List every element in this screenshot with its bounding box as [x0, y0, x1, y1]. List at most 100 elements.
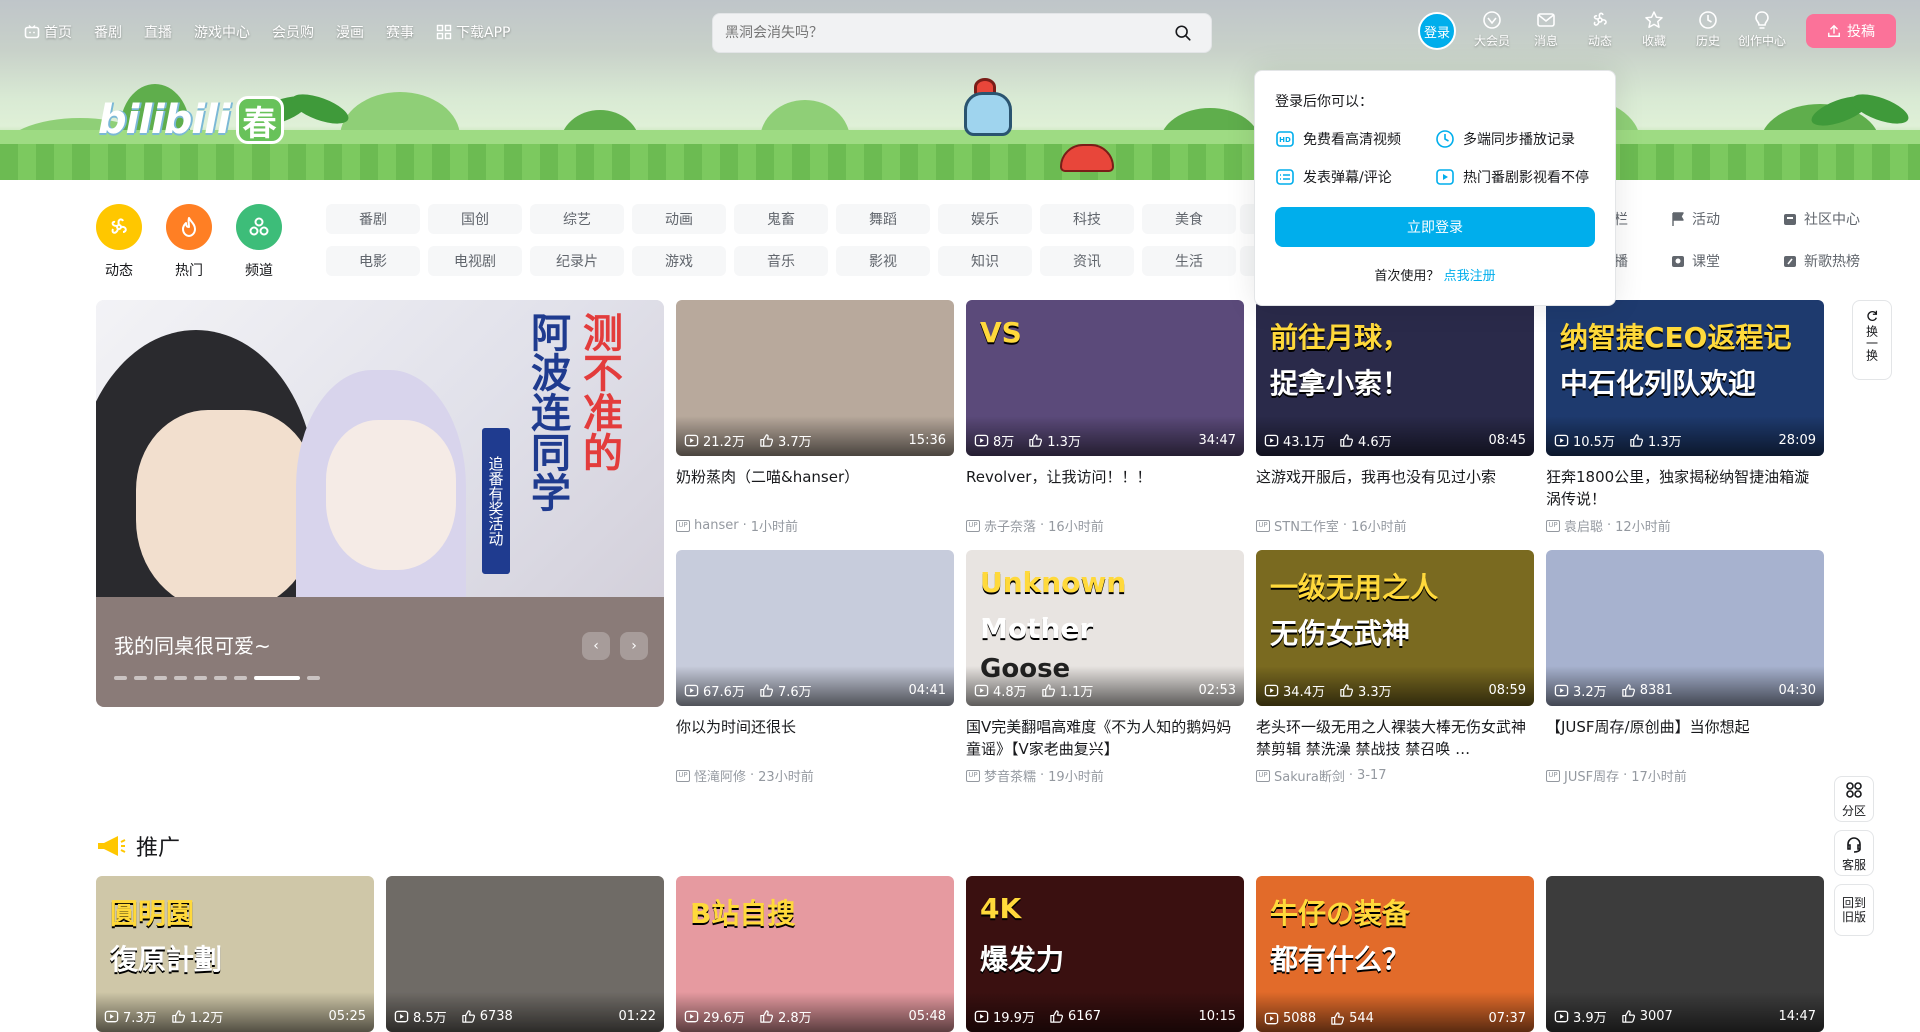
channel-tag[interactable]: 影视: [836, 246, 930, 276]
channel-tag[interactable]: 游戏: [632, 246, 726, 276]
video-title[interactable]: 你以为时间还很长: [676, 716, 954, 760]
video-thumbnail[interactable]: UnknownMotherGoose4.8万1.1万02:53: [966, 550, 1244, 706]
upload-button[interactable]: 投稿: [1806, 14, 1896, 48]
carousel-dot[interactable]: [194, 676, 207, 680]
nav-link-game-center[interactable]: 游戏中心: [194, 22, 250, 42]
channel-tag[interactable]: 生活: [1142, 246, 1236, 276]
quick-entry-channels[interactable]: 频道: [236, 204, 282, 280]
category-button[interactable]: 分区: [1834, 776, 1874, 822]
nav-history[interactable]: 历史: [1684, 10, 1732, 49]
bilibili-logo[interactable]: bilibili 春: [98, 96, 284, 144]
carousel-dot[interactable]: [114, 676, 127, 680]
video-thumbnail[interactable]: B站自搜 29.6万 2.8万 05:48: [676, 876, 954, 1032]
video-thumbnail[interactable]: 前往月球， 捉拿小索！ 43.1万 4.6万 08:45: [1256, 300, 1534, 456]
video-thumbnail[interactable]: 4K 爆发力 19.9万 6167 10:15: [966, 876, 1244, 1032]
quick-entry-dynamics[interactable]: 动态: [96, 204, 142, 280]
nav-messages[interactable]: 消息: [1522, 10, 1570, 49]
video-title[interactable]: 狂奔1800公里，独家揭秘纳智捷油箱漩涡传说！: [1546, 466, 1824, 510]
nav-link-home[interactable]: 首页: [24, 22, 72, 42]
video-thumbnail[interactable]: 纳智捷CEO返程记 中石化列队欢迎 10.5万 1.3万 28:09: [1546, 300, 1824, 456]
video-meta[interactable]: UP 袁启聪 · 12小时前: [1546, 516, 1824, 535]
video-thumbnail[interactable]: 21.2万 3.7万 15:36: [676, 300, 954, 456]
nav-creator-center[interactable]: 创作中心: [1738, 10, 1786, 49]
video-card[interactable]: 3.2万 8381 04:30 【JUSF周存/原创曲】当你想起 UP JUSF周存 · 17…: [1546, 550, 1824, 785]
promo-video-card[interactable]: 4K 爆发力 19.9万 6167 10:15: [966, 876, 1244, 1032]
carousel-dot[interactable]: [214, 676, 227, 680]
quick-entry-hot[interactable]: 热门: [166, 204, 212, 280]
nav-link-esports[interactable]: 赛事: [386, 22, 414, 42]
video-meta[interactable]: UP 赤子奈落 · 16小时前: [966, 516, 1244, 535]
carousel-title[interactable]: 我的同桌很可爱~: [114, 630, 271, 659]
carousel-dot[interactable]: [134, 676, 147, 680]
channel-tag[interactable]: 娱乐: [938, 204, 1032, 234]
video-thumbnail[interactable]: 3.2万 8381 04:30: [1546, 550, 1824, 706]
carousel-next-button[interactable]: ›: [620, 632, 648, 660]
video-title[interactable]: 国V完美翻唱高难度《不为人知的鹅妈妈童谣》【V家老曲复兴】: [966, 716, 1244, 760]
video-thumbnail[interactable]: VS 8万 1.3万 34:47: [966, 300, 1244, 456]
old-version-button[interactable]: 回到旧版: [1834, 884, 1874, 936]
channel-tag[interactable]: 综艺: [530, 204, 624, 234]
video-card[interactable]: 21.2万 3.7万 15:36 奶粉蒸肉（二喵&hanser） UP hanser · 1小…: [676, 300, 954, 535]
channel-tag[interactable]: 舞蹈: [836, 204, 930, 234]
nav-favorites[interactable]: 收藏: [1630, 10, 1678, 49]
carousel-dot[interactable]: [254, 676, 300, 680]
search-button[interactable]: [1167, 17, 1199, 49]
nav-dynamics[interactable]: 动态: [1576, 10, 1624, 49]
video-title[interactable]: 老头环一级无用之人裸装大棒无伤女武神 禁剪辑 禁洗澡 禁战技 禁召唤 …: [1256, 716, 1534, 760]
promo-video-card[interactable]: 3.9万 3007 14:47: [1546, 876, 1824, 1032]
link-music-chart[interactable]: 新歌热榜: [1782, 246, 1892, 276]
promo-video-card[interactable]: 牛仔の装备 都有什么？ 5088 544 07:37: [1256, 876, 1534, 1032]
video-thumbnail[interactable]: 牛仔の装备 都有什么？ 5088 544 07:37: [1256, 876, 1534, 1032]
nav-link-mall[interactable]: 会员购: [272, 22, 314, 42]
video-thumbnail[interactable]: 圓明園 復原計劃 7.3万 1.2万 05:25: [96, 876, 374, 1032]
video-title[interactable]: 奶粉蒸肉（二喵&hanser）: [676, 466, 954, 510]
search-input[interactable]: [725, 25, 1167, 41]
register-link[interactable]: 点我注册: [1444, 269, 1496, 284]
video-card[interactable]: VS 8万 1.3万 34:47 Revolver，让我访问！！！ UP 赤子奈落 · 16小时…: [966, 300, 1244, 535]
video-meta[interactable]: UP JUSF周存 · 17小时前: [1546, 766, 1824, 785]
nav-link-bangumi[interactable]: 番剧: [94, 22, 122, 42]
customer-service-button[interactable]: 客服: [1834, 830, 1874, 876]
video-meta[interactable]: UP 怪滝阿修 · 23小时前: [676, 766, 954, 785]
video-meta[interactable]: UP Sakura断剑 · 3-17: [1256, 766, 1534, 785]
login-avatar-button[interactable]: 登录: [1418, 12, 1456, 50]
video-card[interactable]: 一级无用之人 无伤女武神 34.4万 3.3万 08:59 老头环一级无用之人裸装大棒无伤…: [1256, 550, 1534, 785]
channel-tag[interactable]: 鬼畜: [734, 204, 828, 234]
carousel-dot[interactable]: [234, 676, 247, 680]
carousel-prev-button[interactable]: ‹: [582, 632, 610, 660]
promo-video-card[interactable]: B站自搜 29.6万 2.8万 05:48: [676, 876, 954, 1032]
video-card[interactable]: 前往月球， 捉拿小索！ 43.1万 4.6万 08:45 这游戏开服后，我再也没有见过小索…: [1256, 300, 1534, 535]
video-thumbnail[interactable]: 67.6万 7.6万 04:41: [676, 550, 954, 706]
channel-tag[interactable]: 国创: [428, 204, 522, 234]
carousel-dot[interactable]: [174, 676, 187, 680]
promo-video-card[interactable]: 8.5万 6738 01:22: [386, 876, 664, 1032]
video-card[interactable]: 67.6万 7.6万 04:41 你以为时间还很长 UP 怪滝阿修 · 23小时前: [676, 550, 954, 785]
promo-video-card[interactable]: 圓明園 復原計劃 7.3万 1.2万 05:25: [96, 876, 374, 1032]
video-title[interactable]: Revolver，让我访问！！！: [966, 466, 1244, 510]
channel-tag[interactable]: 纪录片: [530, 246, 624, 276]
video-thumbnail[interactable]: 8.5万 6738 01:22: [386, 876, 664, 1032]
video-meta[interactable]: UP hanser · 1小时前: [676, 516, 954, 535]
video-thumbnail[interactable]: 一级无用之人 无伤女武神 34.4万 3.3万 08:59: [1256, 550, 1534, 706]
link-class[interactable]: 课堂: [1670, 246, 1770, 276]
video-card[interactable]: 纳智捷CEO返程记 中石化列队欢迎 10.5万 1.3万 28:09 狂奔1800公里，独…: [1546, 300, 1824, 535]
carousel-dot[interactable]: [154, 676, 167, 680]
nav-link-manga[interactable]: 漫画: [336, 22, 364, 42]
link-activity[interactable]: 活动: [1670, 204, 1770, 234]
channel-tag[interactable]: 资讯: [1040, 246, 1134, 276]
channel-tag[interactable]: 电视剧: [428, 246, 522, 276]
carousel-dot[interactable]: [307, 676, 320, 680]
channel-tag[interactable]: 美食: [1142, 204, 1236, 234]
nav-vip[interactable]: 大会员: [1468, 10, 1516, 49]
video-meta[interactable]: UP 梦音茶糯 · 19小时前: [966, 766, 1244, 785]
video-thumbnail[interactable]: 3.9万 3007 14:47: [1546, 876, 1824, 1032]
refresh-feed-button[interactable]: 换一换: [1852, 300, 1892, 380]
link-community[interactable]: 社区中心: [1782, 204, 1892, 234]
video-title[interactable]: 这游戏开服后，我再也没有见过小索: [1256, 466, 1534, 510]
nav-link-download-app[interactable]: 下载APP: [436, 22, 510, 42]
video-meta[interactable]: UP STN工作室 · 16小时前: [1256, 516, 1534, 535]
channel-tag[interactable]: 知识: [938, 246, 1032, 276]
channel-tag[interactable]: 电影: [326, 246, 420, 276]
video-title[interactable]: 【JUSF周存/原创曲】当你想起: [1546, 716, 1824, 760]
channel-tag[interactable]: 番剧: [326, 204, 420, 234]
